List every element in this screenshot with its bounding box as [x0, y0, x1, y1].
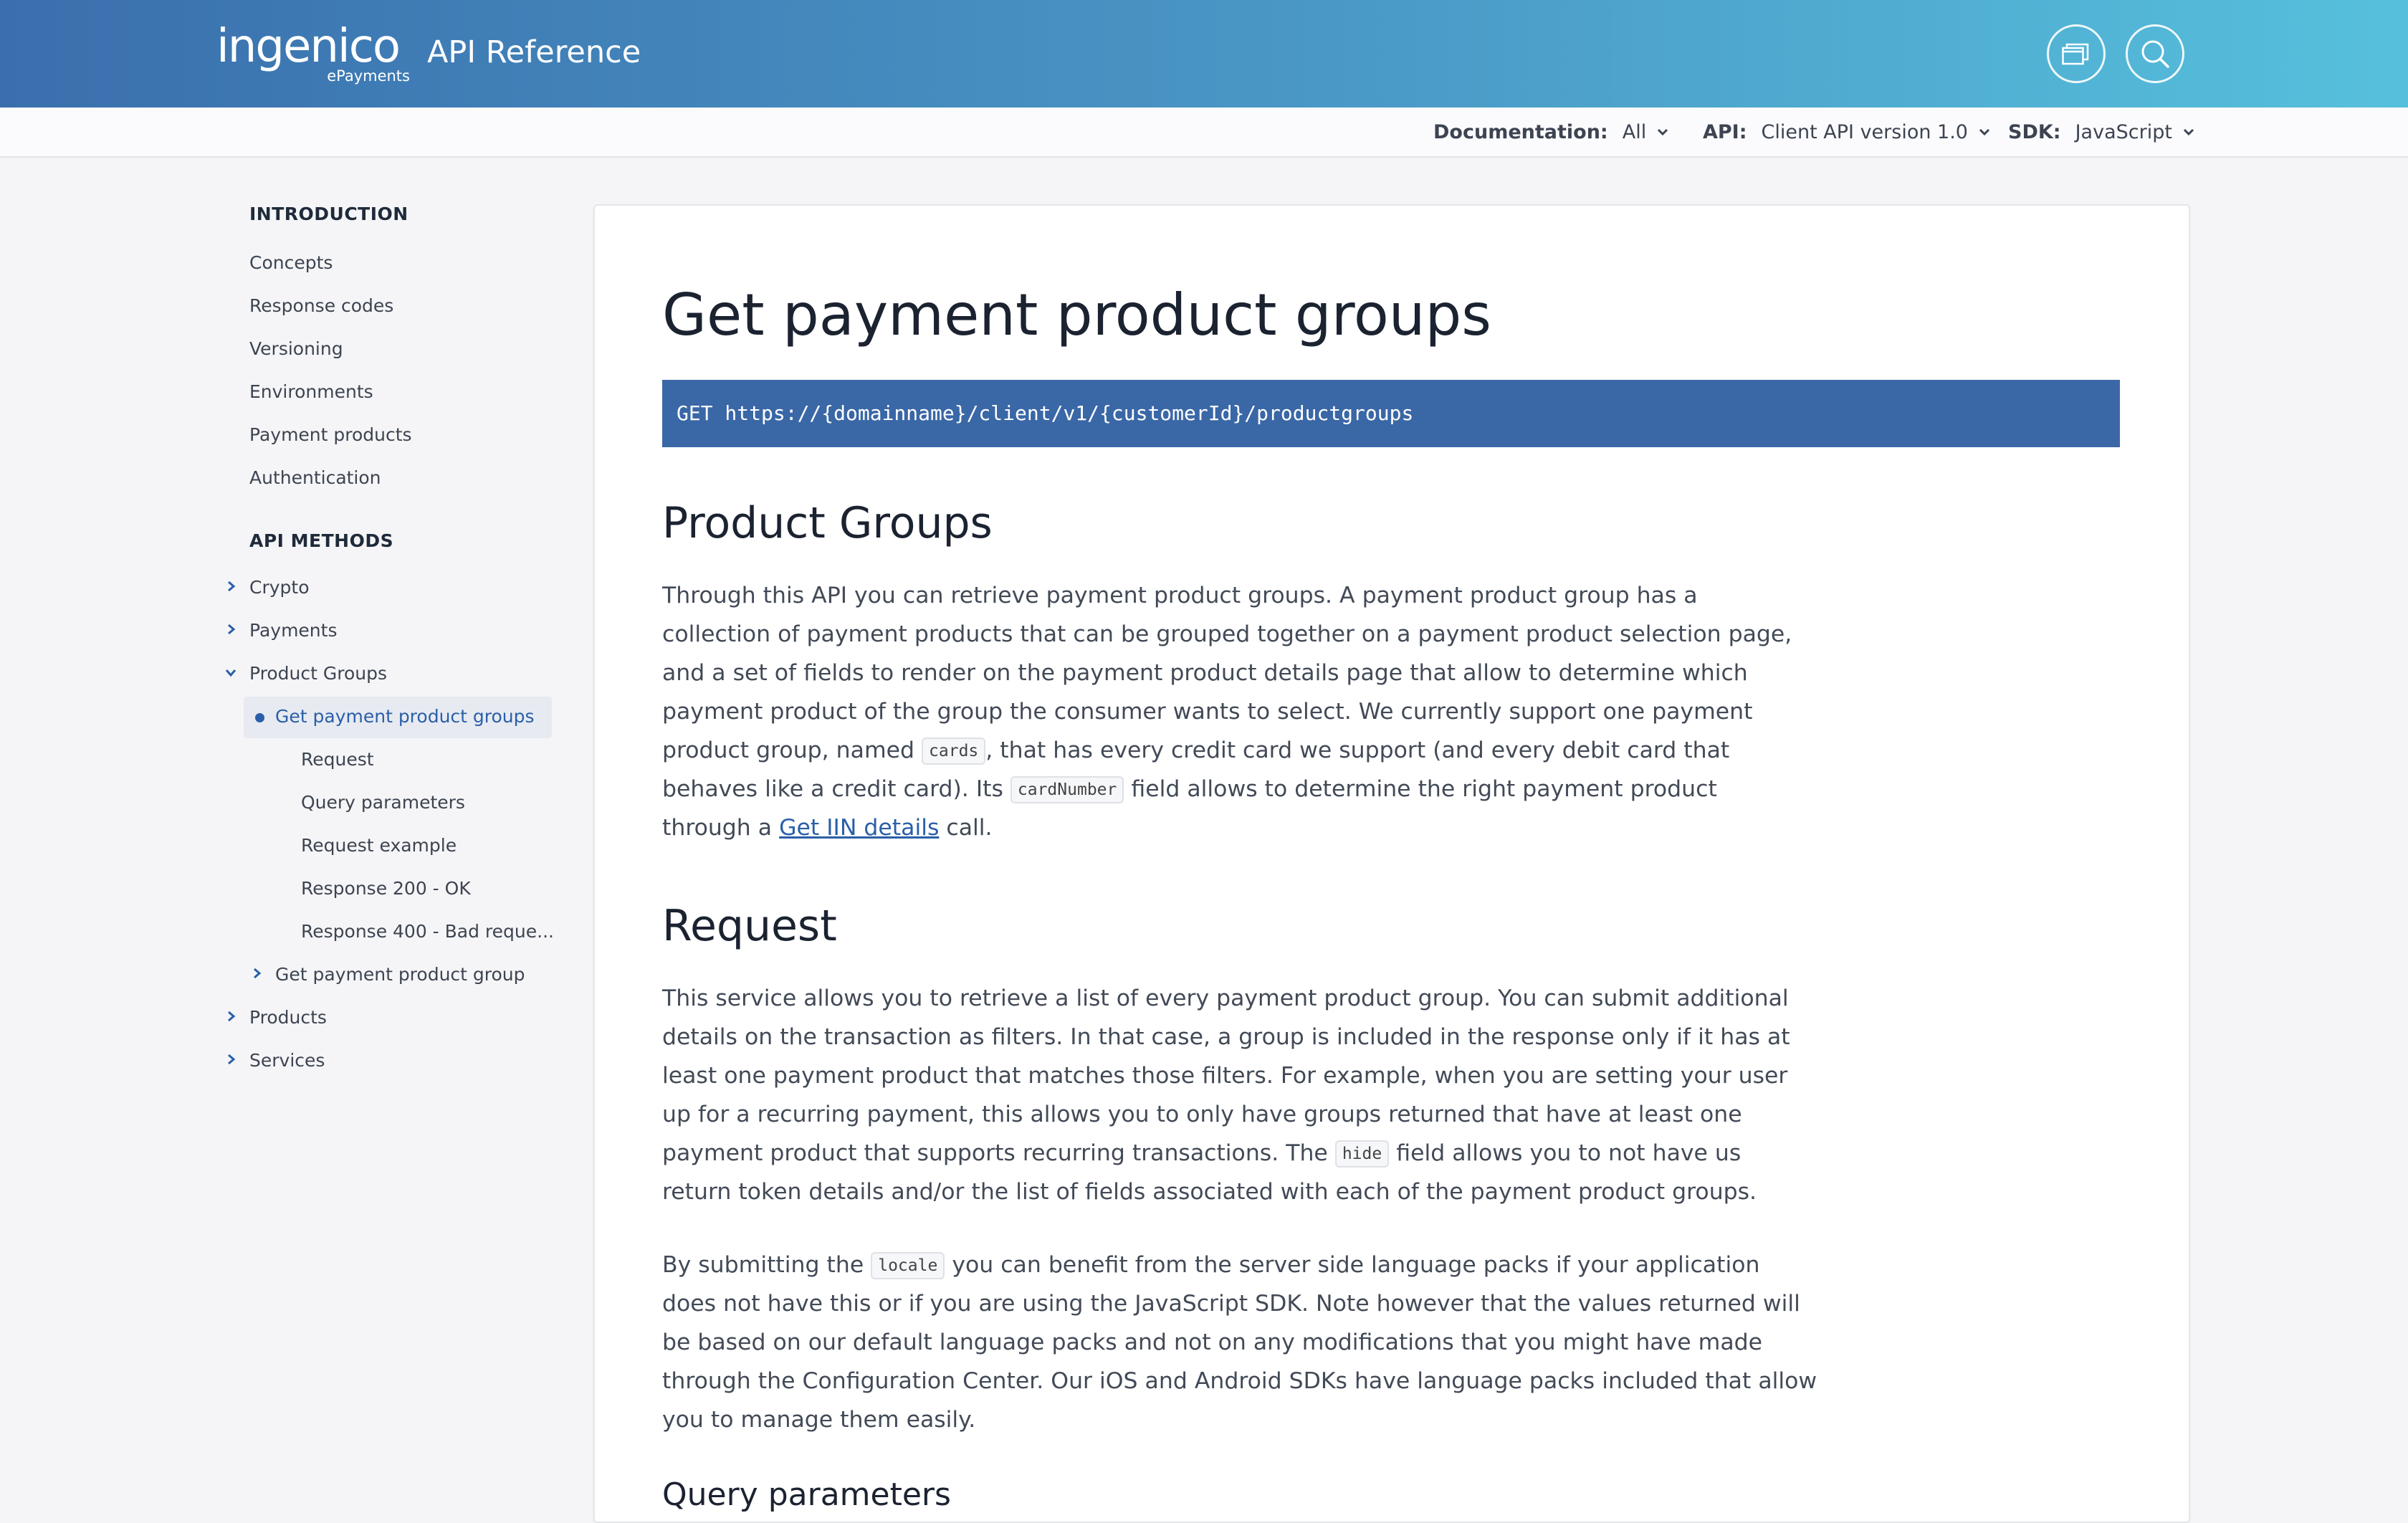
code-hide: hide	[1334, 1140, 1390, 1168]
sidebar-item-crypto[interactable]: Crypto	[249, 573, 310, 602]
request-paragraph: This service allows you to retrieve a li…	[662, 979, 1790, 1211]
logo-text: ingenico	[216, 20, 401, 73]
windows-icon	[2062, 43, 2089, 65]
text-line: be based on our default language packs a…	[662, 1329, 1763, 1355]
sidebar-item-authentication[interactable]: Authentication	[249, 464, 381, 492]
sidebar-item-response-codes[interactable]: Response codes	[249, 292, 393, 320]
methods-heading: API METHODS	[249, 530, 394, 551]
product-groups-paragraph: Through this API you can retrieve paymen…	[662, 576, 1792, 847]
page-title: Get payment product groups	[662, 282, 1491, 348]
api-label: API:	[1703, 120, 1747, 143]
chevron-down-icon	[2183, 128, 2194, 136]
sdk-value: JavaScript	[2075, 120, 2172, 143]
intro-heading: INTRODUCTION	[249, 204, 408, 224]
sidebar-item-products[interactable]: Products	[249, 1003, 327, 1032]
section-heading-product-groups: Product Groups	[662, 498, 993, 548]
sidebar-item-get-payment-product-group[interactable]: Get payment product group	[275, 960, 525, 989]
text-line: product group, named cards, that has eve…	[662, 737, 1730, 765]
sidebar-item-payment-products[interactable]: Payment products	[249, 421, 412, 449]
sidebar-item-get-payment-product-groups[interactable]: Get payment product groups	[275, 702, 535, 731]
text-line: through the Configuration Center. Our iO…	[662, 1368, 1817, 1394]
sidebar-item-request-example[interactable]: Request example	[301, 831, 457, 860]
search-icon	[2141, 40, 2169, 68]
filter-bar: Documentation: All API: Client API versi…	[0, 108, 2408, 158]
sdk-label: SDK:	[2008, 120, 2061, 143]
sdk-filter[interactable]: SDK: JavaScript	[2008, 118, 2195, 146]
text-line: collection of payment products that can …	[662, 621, 1792, 647]
text-line: Through this API you can retrieve paymen…	[662, 583, 1698, 608]
logo-subtext: ePayments	[327, 67, 410, 85]
text-line: details on the transaction as filters. I…	[662, 1024, 1790, 1050]
text-line: you to manage them easily.	[662, 1407, 976, 1433]
text-line: payment product that supports recurring …	[662, 1140, 1742, 1168]
text-line: This service allows you to retrieve a li…	[662, 985, 1789, 1011]
section-heading-request: Request	[662, 901, 837, 951]
sidebar-item-services[interactable]: Services	[249, 1046, 325, 1075]
text-line: least one payment product that matches t…	[662, 1063, 1788, 1089]
get-iin-details-link[interactable]: Get IIN details	[779, 815, 939, 841]
api-value: Client API version 1.0	[1761, 120, 1968, 143]
chevron-down-icon	[1979, 128, 1990, 136]
code-cards: cards	[922, 737, 986, 765]
sidebar-item-request[interactable]: Request	[301, 745, 374, 774]
locale-paragraph: By submitting the locale you can benefit…	[662, 1246, 1817, 1439]
text-line: does not have this or if you are using t…	[662, 1291, 1800, 1317]
text-line: By submitting the locale you can benefit…	[662, 1252, 1760, 1279]
search-button[interactable]	[2126, 24, 2184, 83]
documentation-value: All	[1622, 120, 1647, 143]
text-line: behaves like a credit card). Its cardNum…	[662, 776, 1717, 803]
text-line: return token details and/or the list of …	[662, 1179, 1757, 1205]
documentation-label: Documentation:	[1433, 120, 1608, 143]
chevron-down-icon	[1658, 128, 1668, 136]
code-card-number: cardNumber	[1010, 776, 1124, 803]
chevron-down-icon[interactable]	[225, 668, 236, 678]
documentation-filter[interactable]: Documentation: All	[1433, 118, 1669, 146]
sidebar-item-response-400[interactable]: Response 400 - Bad reque...	[301, 917, 554, 946]
active-bullet-icon	[255, 713, 264, 722]
chevron-right-icon[interactable]	[226, 624, 236, 635]
text-line: through a Get IIN details call.	[662, 815, 993, 841]
top-bar: ingenico ePayments API Reference	[0, 0, 2408, 108]
sidebar-item-product-groups[interactable]: Product Groups	[249, 659, 387, 688]
sidebar-item-payments[interactable]: Payments	[249, 616, 337, 645]
sidebar-item-versioning[interactable]: Versioning	[249, 335, 343, 363]
sidebar-item-environments[interactable]: Environments	[249, 378, 373, 406]
ingenico-logo[interactable]: ingenico ePayments	[216, 22, 410, 86]
app-title: API Reference	[427, 34, 641, 70]
text-line: payment product of the group the consume…	[662, 699, 1753, 725]
chevron-right-icon[interactable]	[226, 1011, 236, 1022]
endpoint-url: GET https://{domainname}/client/v1/{cust…	[662, 380, 2120, 447]
windows-button[interactable]	[2047, 24, 2106, 83]
chevron-right-icon[interactable]	[252, 968, 262, 979]
chevron-right-icon[interactable]	[226, 581, 236, 592]
text-line: and a set of fields to render on the pay…	[662, 660, 1748, 686]
chevron-right-icon[interactable]	[226, 1054, 236, 1065]
code-locale: locale	[871, 1252, 945, 1279]
sidebar-item-concepts[interactable]: Concepts	[249, 249, 333, 277]
sidebar-item-query-parameters[interactable]: Query parameters	[301, 788, 465, 817]
text-line: up for a recurring payment, this allows …	[662, 1102, 1742, 1127]
section-heading-query-parameters: Query parameters	[662, 1476, 951, 1513]
sidebar-item-response-200[interactable]: Response 200 - OK	[301, 874, 471, 903]
api-filter[interactable]: API: Client API version 1.0	[1703, 118, 1991, 146]
